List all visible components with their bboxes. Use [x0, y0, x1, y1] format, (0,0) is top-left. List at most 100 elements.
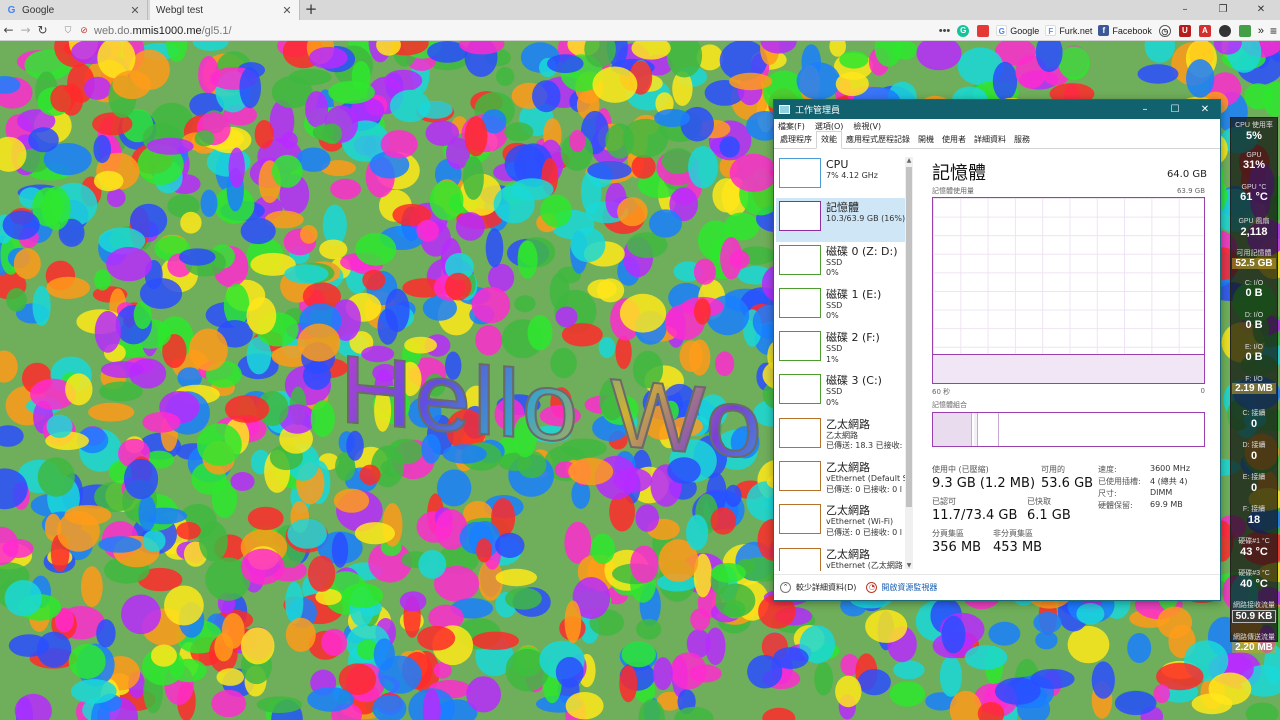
- noise-blob: [939, 655, 963, 697]
- menu-hamburger-icon[interactable]: ≡: [1270, 24, 1277, 38]
- collapse-chevron-icon[interactable]: ⌃: [780, 582, 791, 593]
- flag-extension-icon[interactable]: [977, 24, 990, 37]
- gadget-metric: 硬碟#3 °C 40 °C: [1231, 566, 1277, 598]
- gadget-metric: GPU °C 61 °C: [1231, 182, 1277, 214]
- noise-blob: [216, 668, 245, 686]
- overflow-chevron-icon[interactable]: »: [1258, 25, 1264, 37]
- fewer-details-link[interactable]: 較少詳細資料(D): [796, 582, 856, 593]
- resource-item-disk[interactable]: 磁碟 3 (C:) SSD 0%: [776, 371, 905, 414]
- gadget-metric: F: I/O 2.19 MB: [1231, 374, 1277, 406]
- resource-item-cpu[interactable]: CPU 7% 4.12 GHz: [776, 155, 905, 198]
- tab-webgl-test[interactable]: Webgl test ✕: [150, 0, 300, 20]
- scroll-down-icon[interactable]: ▼: [905, 562, 913, 569]
- resource-name: CPU: [826, 158, 849, 171]
- noise-blob: [309, 46, 348, 69]
- grammarly-icon[interactable]: G: [957, 24, 970, 37]
- bookmark-google[interactable]: G Google: [996, 25, 1039, 36]
- reload-icon[interactable]: ↻: [34, 20, 51, 40]
- scroll-up-icon[interactable]: ▲: [905, 157, 913, 164]
- resource-thumbnail-graph: [779, 461, 821, 492]
- history-icon[interactable]: ◷: [1158, 24, 1171, 37]
- resource-item-disk[interactable]: 磁碟 1 (E:) SSD 0%: [776, 285, 905, 328]
- resource-item-mem[interactable]: 記憶體 10.3/63.9 GB (16%): [776, 198, 905, 242]
- noise-blob: [211, 689, 247, 718]
- noise-blob: [138, 495, 157, 532]
- gadget-metric-value: 31%: [1242, 159, 1266, 171]
- resource-item-net[interactable]: 乙太網路 vEthernet (乙太網路: [776, 545, 905, 571]
- noise-blob: [476, 538, 493, 563]
- resource-item-net[interactable]: 乙太網路 乙太網路 已傳送: 18.3 已接收:: [776, 415, 905, 458]
- resource-item-text: 乙太網路 vEthernet (Wi-Fi) 已傳送: 0 已接收: 0 l: [826, 504, 905, 544]
- tab-users[interactable]: 使用者: [938, 134, 970, 148]
- noise-blob: [139, 278, 183, 309]
- close-button[interactable]: ✕: [1190, 104, 1220, 115]
- gadget-metric-value: 0 B: [1245, 351, 1263, 363]
- stat-nonpaged-pool: 非分頁集區 453 MB: [993, 529, 1043, 555]
- tab-google[interactable]: G Google ✕: [0, 0, 148, 20]
- circle-extension-icon[interactable]: [1218, 24, 1231, 37]
- noise-blob: [321, 628, 348, 656]
- minimize-button[interactable]: –: [1130, 104, 1160, 115]
- resource-detail: 已傳送: 0 已接收: 0 l: [826, 484, 902, 494]
- resource-item-disk[interactable]: 磁碟 0 (Z: D:) SSD 0%: [776, 242, 905, 285]
- open-resource-monitor-link[interactable]: ◔ 開啟資源監視器: [866, 582, 937, 593]
- bookmark-facebook[interactable]: f Facebook: [1098, 25, 1152, 36]
- tab-processes[interactable]: 處理程序: [776, 134, 816, 148]
- address-bar[interactable]: ⛉ ⊘ web.do. mmis1000.me/gl5.1/: [62, 22, 942, 39]
- maximize-button[interactable]: ☐: [1160, 104, 1190, 115]
- resource-thumbnail-graph: [779, 417, 821, 448]
- green-extension-icon[interactable]: [1238, 24, 1251, 37]
- noise-blob: [688, 146, 718, 189]
- tab-performance[interactable]: 效能: [816, 131, 842, 149]
- tab-app-history[interactable]: 應用程式歷程記錄: [842, 134, 914, 148]
- tab-startup[interactable]: 開機: [914, 134, 938, 148]
- gadget-metric-label: 網路接收流量: [1233, 602, 1275, 609]
- resource-name: 磁碟 1 (E:): [826, 287, 882, 301]
- abp-extension-icon[interactable]: A: [1198, 24, 1211, 37]
- ublock-shield-icon[interactable]: U: [1178, 24, 1191, 37]
- back-arrow-icon[interactable]: ←: [0, 20, 17, 40]
- noise-blob: [6, 288, 27, 312]
- resource-detail: vEthernet (乙太網路: [826, 560, 903, 570]
- noise-blob: [333, 488, 370, 513]
- title-bar[interactable]: 工作管理員 – ☐ ✕: [774, 100, 1220, 119]
- resource-detail: 0%: [826, 397, 839, 407]
- menu-options[interactable]: 選項(O): [815, 121, 844, 132]
- bookmark-furk[interactable]: F Furk.net: [1045, 25, 1092, 36]
- tab-services[interactable]: 服務: [1010, 134, 1034, 148]
- restore-button[interactable]: ❐: [1204, 0, 1242, 20]
- noise-blob: [228, 147, 245, 188]
- gadget-metric: C: 接續 0: [1231, 406, 1277, 438]
- noise-blob: [287, 518, 327, 549]
- noise-blob: [540, 194, 572, 228]
- noise-blob: [93, 134, 111, 164]
- menu-file[interactable]: 檔案(F): [778, 121, 805, 132]
- resource-name: 記憶體: [826, 201, 859, 215]
- noise-blob: [94, 269, 111, 291]
- resource-item-net[interactable]: 乙太網路 vEthernet (Wi-Fi) 已傳送: 0 已接收: 0 l: [776, 501, 905, 544]
- forward-arrow-icon[interactable]: →: [17, 20, 34, 40]
- resource-list-scrollbar[interactable]: ▲ ▼: [905, 157, 913, 569]
- minimize-button[interactable]: –: [1166, 0, 1204, 20]
- new-tab-icon[interactable]: +: [303, 0, 319, 20]
- resource-name: 磁碟 0 (Z: D:): [826, 244, 898, 258]
- graph-axis-right: 0: [1200, 387, 1205, 395]
- resource-item-disk[interactable]: 磁碟 2 (F:) SSD 1%: [776, 328, 905, 371]
- close-window-button[interactable]: ✕: [1242, 0, 1280, 20]
- menu-view[interactable]: 檢視(V): [853, 121, 881, 132]
- resource-thumbnail-graph: [779, 201, 821, 232]
- scrollbar-thumb[interactable]: [906, 167, 912, 507]
- noise-blob: [99, 381, 143, 402]
- page-actions-icon[interactable]: •••: [939, 25, 951, 37]
- close-tab-icon[interactable]: ✕: [129, 4, 141, 17]
- resource-item-net[interactable]: 乙太網路 vEthernet (Default S 已傳送: 0 已接收: 0 l: [776, 458, 905, 501]
- close-tab-icon[interactable]: ✕: [281, 4, 293, 17]
- graph-axis-left: 60 秒: [932, 388, 951, 396]
- google-favicon-icon: G: [7, 4, 16, 16]
- gadget-metric-value: 43 °C: [1240, 546, 1268, 558]
- memory-detail-panel: 記憶體 64.0 GB 記憶體使用量 63.9 GB 60 秒 0 記憶體組合 …: [932, 159, 1207, 579]
- resource-detail: SSD: [826, 344, 843, 354]
- tab-details[interactable]: 詳細資料: [970, 134, 1010, 148]
- noise-blob: [630, 545, 659, 583]
- gadget-metric: 網路傳送流量 2.20 MB: [1231, 630, 1277, 662]
